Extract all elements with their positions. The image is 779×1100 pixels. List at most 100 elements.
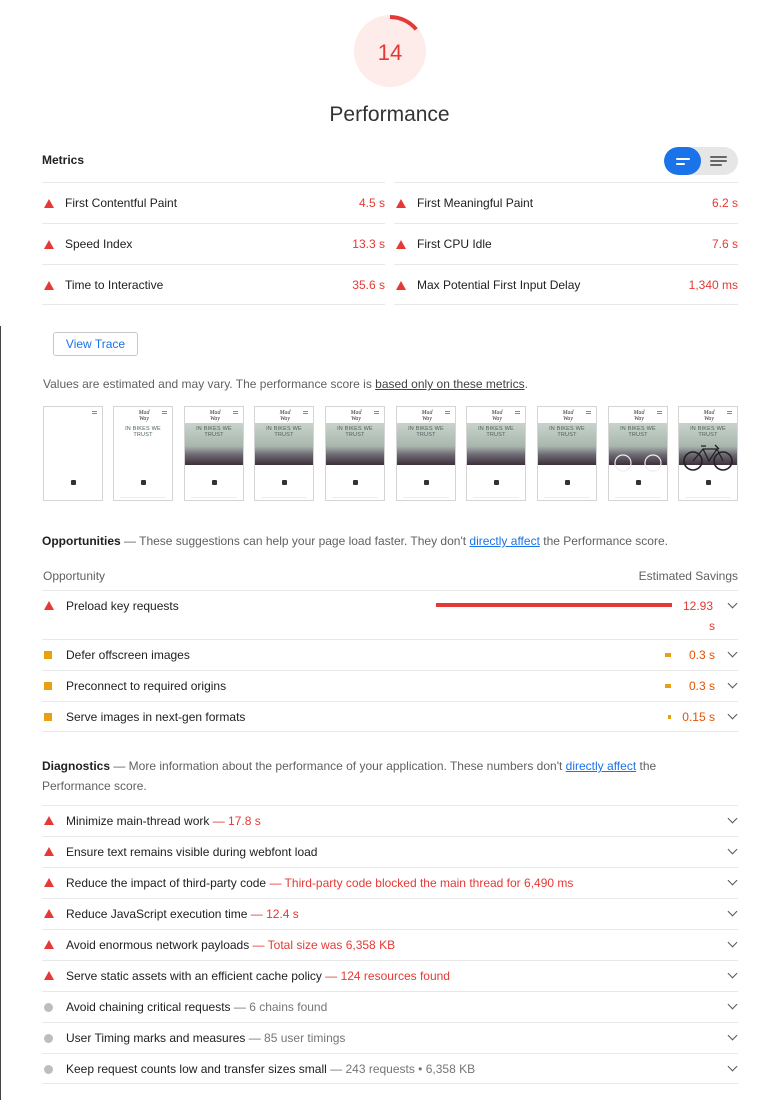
chevron-down-icon[interactable]: [727, 999, 738, 1010]
hero-text: IN BIKES WE TRUST: [266, 426, 302, 438]
diagnostic-critical-requests[interactable]: Avoid chaining critical requests — 6 cha…: [42, 991, 738, 1022]
menu-icon: [92, 411, 97, 414]
hero-text: IN BIKES WE TRUST: [549, 426, 585, 438]
filmstrip-frame: Mad Way IN BIKES WE TRUST: [466, 406, 526, 501]
chevron-down-icon[interactable]: [727, 647, 738, 658]
lock-icon: [706, 480, 711, 485]
chevron-down-icon[interactable]: [727, 678, 738, 689]
hero-text: IN BIKES WE TRUST: [690, 426, 726, 438]
lock-icon: [141, 480, 146, 485]
savings-value: 0.3 s: [688, 648, 715, 662]
average-square-icon: [44, 682, 52, 690]
menu-icon: [303, 411, 308, 414]
left-edge-rule: [0, 326, 1, 1100]
metric-label: First Contentful Paint: [65, 196, 178, 210]
diagnostics-header: Diagnostics — More information about the…: [42, 756, 682, 796]
diagnostic-label: Serve static assets with an efficient ca…: [66, 969, 322, 983]
filmstrip-frame: Mad Way IN BIKES WE TRUST: [608, 406, 668, 501]
chevron-down-icon[interactable]: [727, 875, 738, 886]
hero-text: IN BIKES WE TRUST: [337, 426, 373, 438]
footer-line: [261, 497, 307, 498]
diagnostic-cache-policy[interactable]: Serve static assets with an efficient ca…: [42, 960, 738, 991]
diagnostic-label: Avoid chaining critical requests: [66, 1000, 231, 1014]
savings-value: 0.3 s: [688, 679, 715, 693]
filmstrip: Mad Way IN BIKES WE TRUST Mad Way IN BIK…: [43, 406, 739, 501]
directly-affect-link[interactable]: directly affect: [469, 534, 539, 548]
info-circle-icon: [44, 1003, 53, 1012]
lock-icon: [71, 480, 76, 485]
metric-label: First Meaningful Paint: [417, 196, 534, 210]
logo: Mad Way: [209, 410, 221, 422]
col-opportunity: Opportunity: [43, 569, 106, 583]
metric-speed-index: Speed Index 13.3 s: [42, 223, 385, 264]
filmstrip-frame: Mad Way IN BIKES WE TRUST: [678, 406, 738, 501]
chevron-down-icon[interactable]: [727, 598, 738, 609]
diagnostic-js-execution[interactable]: Reduce JavaScript execution time — 12.4 …: [42, 898, 738, 929]
opportunity-defer-offscreen-images[interactable]: Defer offscreen images 0.3 s: [42, 639, 738, 670]
opportunities-title: Opportunities: [42, 534, 121, 548]
hero-text: IN BIKES WE TRUST: [478, 426, 514, 438]
diagnostic-network-payloads[interactable]: Avoid enormous network payloads — Total …: [42, 929, 738, 960]
lock-icon: [424, 480, 429, 485]
score-calculator-link[interactable]: based only on these metrics: [375, 377, 524, 391]
menu-icon: [445, 411, 450, 414]
info-circle-icon: [44, 1065, 53, 1074]
chevron-down-icon[interactable]: [727, 906, 738, 917]
fail-triangle-icon: [44, 240, 54, 249]
compact-view-icon[interactable]: [664, 147, 701, 175]
diagnostics-desc-end: the: [636, 759, 657, 773]
chevron-down-icon[interactable]: [727, 1061, 738, 1072]
disclaimer-text: Values are estimated and may vary. The p…: [43, 377, 528, 391]
opportunities-desc-end: the Performance score.: [539, 534, 668, 548]
hero-text: IN BIKES WE TRUST: [620, 426, 656, 438]
metric-first-contentful-paint: First Contentful Paint 4.5 s: [42, 182, 385, 223]
menu-icon: [162, 411, 167, 414]
chevron-down-icon[interactable]: [727, 813, 738, 824]
logo: Mad Way: [138, 410, 150, 422]
opportunity-label: Serve images in next-gen formats: [66, 710, 246, 724]
metrics-view-toggle[interactable]: [664, 147, 738, 175]
savings-value: 0.15 s: [682, 710, 715, 724]
col-estimated-savings: Estimated Savings: [638, 569, 738, 583]
chevron-down-icon[interactable]: [727, 937, 738, 948]
diagnostic-main-thread-work[interactable]: Minimize main-thread work — 17.8 s: [42, 805, 738, 836]
diagnostic-detail: — 12.4 s: [247, 907, 299, 921]
chevron-down-icon[interactable]: [727, 1030, 738, 1041]
expanded-view-icon[interactable]: [701, 147, 738, 175]
filmstrip-frame: [43, 406, 103, 501]
fail-triangle-icon: [44, 847, 54, 856]
footer-line: [615, 497, 661, 498]
fail-triangle-icon: [44, 940, 54, 949]
opportunity-preload-key-requests[interactable]: Preload key requests 12.93 s: [42, 590, 738, 639]
fail-triangle-icon: [396, 199, 406, 208]
menu-icon: [374, 411, 379, 414]
lock-icon: [494, 480, 499, 485]
savings-value: 12.93: [682, 599, 713, 613]
lock-icon: [282, 480, 287, 485]
diagnostic-request-counts[interactable]: Keep request counts low and transfer siz…: [42, 1053, 738, 1084]
fail-triangle-icon: [44, 199, 54, 208]
opportunity-label: Preconnect to required origins: [66, 679, 227, 693]
lock-icon: [636, 480, 641, 485]
opportunity-next-gen-formats[interactable]: Serve images in next-gen formats 0.15 s: [42, 701, 738, 732]
directly-affect-link[interactable]: directly affect: [566, 759, 636, 773]
opportunity-preconnect-origins[interactable]: Preconnect to required origins 0.3 s: [42, 670, 738, 701]
metric-label: Max Potential First Input Delay: [417, 278, 581, 292]
opportunity-label: Preload key requests: [66, 599, 179, 613]
metric-time-to-interactive: Time to Interactive 35.6 s: [42, 264, 385, 305]
fail-triangle-icon: [44, 909, 54, 918]
diagnostic-detail: — Third-party code blocked the main thre…: [266, 876, 574, 890]
chevron-down-icon[interactable]: [727, 709, 738, 720]
info-circle-icon: [44, 1034, 53, 1043]
fail-triangle-icon: [44, 601, 54, 610]
diagnostic-third-party-code[interactable]: Reduce the impact of third-party code — …: [42, 867, 738, 898]
chevron-down-icon[interactable]: [727, 844, 738, 855]
diagnostic-webfont-load[interactable]: Ensure text remains visible during webfo…: [42, 836, 738, 867]
lock-icon: [565, 480, 570, 485]
diagnostic-detail: — 243 requests • 6,358 KB: [326, 1062, 476, 1076]
metric-label: First CPU Idle: [417, 237, 492, 251]
chevron-down-icon[interactable]: [727, 968, 738, 979]
diagnostic-user-timing[interactable]: User Timing marks and measures — 85 user…: [42, 1022, 738, 1053]
view-trace-button[interactable]: View Trace: [53, 332, 138, 356]
lock-icon: [212, 480, 217, 485]
